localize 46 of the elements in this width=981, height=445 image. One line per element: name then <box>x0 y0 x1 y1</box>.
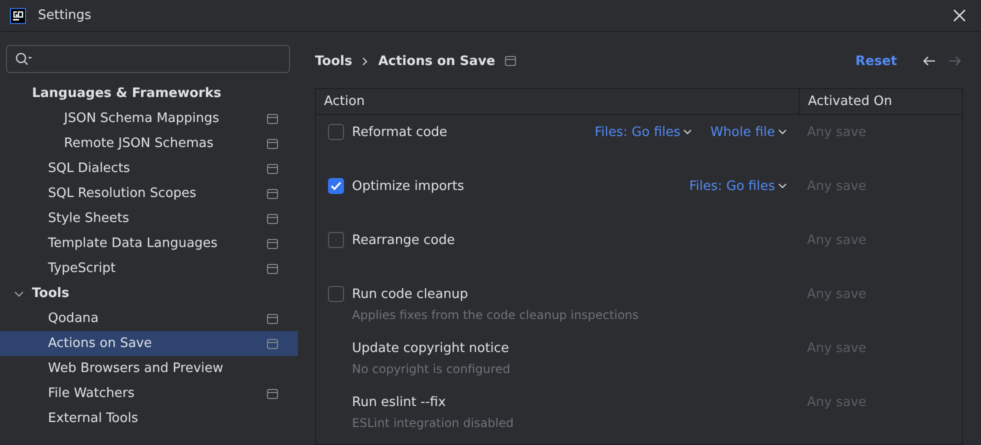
project-level-icon <box>505 56 516 66</box>
action-label: Rearrange code <box>352 232 456 248</box>
sidebar-item[interactable]: Remote JSON Schemas <box>0 131 298 156</box>
action-label: Update copyright notice <box>352 340 510 356</box>
chevron-icon <box>14 290 24 296</box>
sidebar-item[interactable]: Template Data Languages <box>0 231 298 256</box>
checkbox[interactable] <box>328 286 344 302</box>
sidebar-item[interactable]: SQL Resolution Scopes <box>0 181 298 206</box>
sidebar-item[interactable]: SQL Dialects <box>0 156 298 181</box>
breadcrumb-item: Actions on Save <box>378 54 496 68</box>
checkbox[interactable] <box>328 178 344 194</box>
sidebar-item[interactable]: TypeScript <box>0 256 298 281</box>
sidebar-group[interactable]: Languages & Frameworks <box>0 81 298 106</box>
dropdown-link[interactable]: Files: Go files <box>689 178 787 194</box>
action-label: Optimize imports <box>352 178 466 194</box>
close-icon <box>952 9 966 22</box>
action-description: No copyright is configured <box>352 362 512 376</box>
dropdown-link[interactable]: Files: Go files <box>594 124 692 140</box>
reset-link[interactable]: Reset <box>855 54 897 68</box>
caret-icon <box>683 129 692 135</box>
caret-icon <box>778 129 787 135</box>
sidebar-item[interactable]: Qodana <box>0 306 298 331</box>
checkbox[interactable] <box>328 124 344 140</box>
breadcrumb-item: Tools <box>315 54 352 68</box>
column-header: Activated On <box>799 89 962 114</box>
caret-icon <box>778 183 787 189</box>
search-icon <box>15 52 33 66</box>
sidebar-item[interactable]: JSON Schema Mappings <box>0 106 298 131</box>
sidebar-group[interactable]: Tools <box>0 281 298 306</box>
search-field[interactable] <box>6 45 290 73</box>
sidebar-item[interactable]: External Tools <box>0 406 298 431</box>
action-label: Run eslint --fix <box>352 394 447 410</box>
action-label: Reformat code <box>352 124 448 140</box>
dropdown-link[interactable]: Whole file <box>710 124 787 140</box>
app-logo-icon <box>10 8 26 24</box>
checkbox[interactable] <box>328 232 344 248</box>
sidebar-item[interactable]: Web Browsers and Preview <box>0 356 298 381</box>
action-description: Applies fixes from the code cleanup inspections <box>351 308 640 322</box>
sidebar-item[interactable]: Style Sheets <box>0 206 298 231</box>
chevron-right-icon <box>362 56 368 66</box>
window-title: Settings <box>38 8 92 23</box>
sidebar-item[interactable]: File Watchers <box>0 381 298 406</box>
sidebar-item[interactable]: Actions on Save <box>0 331 298 356</box>
column-header: Action <box>323 93 366 111</box>
action-label: Run code cleanup <box>352 286 469 302</box>
action-description: ESLint integration disabled <box>352 416 515 430</box>
